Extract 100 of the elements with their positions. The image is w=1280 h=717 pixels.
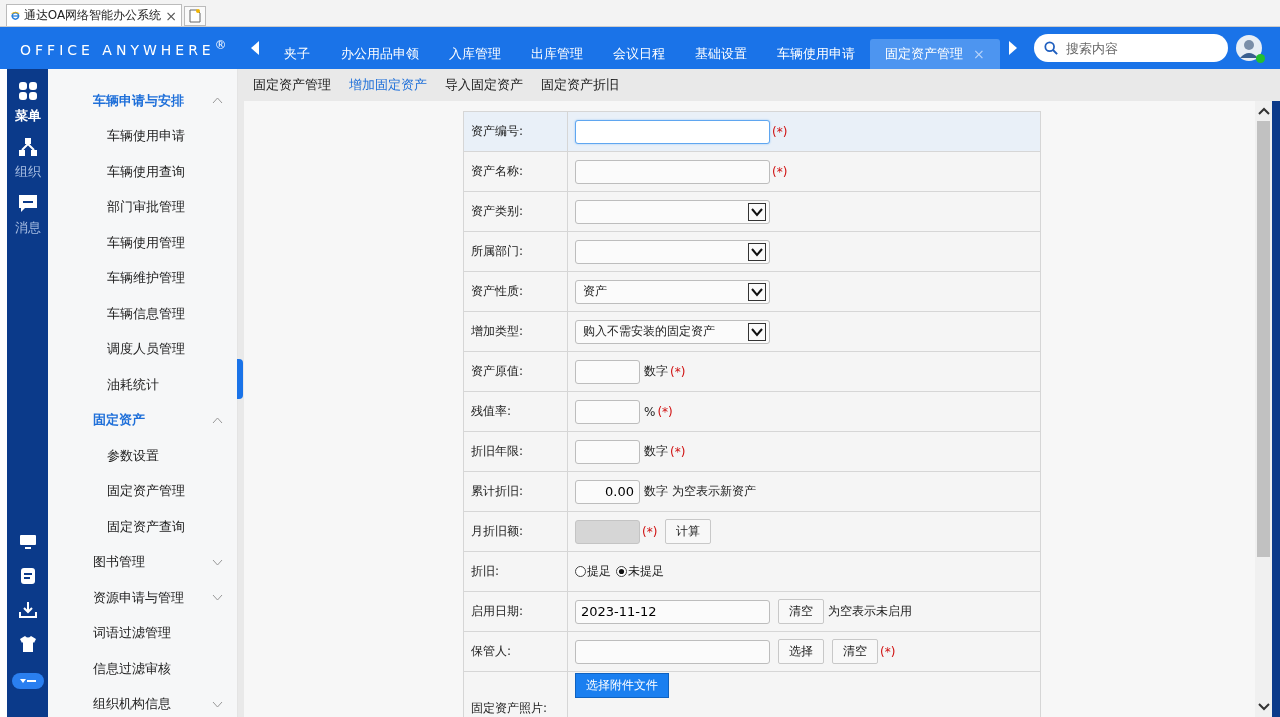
logo-text: OFFICE ANYWHERE$^{®}$ [20,38,232,58]
hint-text: 数字 [644,363,668,380]
close-tab-button[interactable]: × [165,7,177,24]
text-field[interactable] [575,119,770,144]
scroll-up-icon[interactable] [1257,107,1270,115]
menu-item[interactable]: 固定资产管理 [48,473,237,509]
text-field[interactable] [575,639,770,664]
menu-item[interactable]: 调度人员管理 [48,331,237,367]
scrollbar[interactable] [1255,101,1272,717]
chevron-up-icon [212,416,223,424]
dropdown[interactable]: 购入不需安装的固定资产 [575,319,770,344]
search-icon [1043,40,1058,56]
action-button[interactable]: 清空 [778,599,824,624]
collapse-toggle[interactable] [11,673,44,689]
menu-group[interactable]: 词语过滤管理 [48,615,237,651]
field-label: 资产性质: [464,272,568,311]
nav-tab[interactable]: 会议日程 [598,39,680,69]
field-label: 增加类型: [464,312,568,351]
choose-file-button[interactable]: 选择附件文件 [575,673,669,698]
apps-icon [17,81,38,101]
field-label: 折旧: [464,552,568,591]
field-label: 残值率: [464,392,568,431]
sub-tab[interactable]: 导入固定资产 [445,76,523,94]
radio-option[interactable]: 提足 [575,563,611,580]
sidebar-handle[interactable] [237,359,243,399]
dropdown[interactable]: 资产 [575,279,770,304]
browser-tab[interactable]: 通达OA网络智能办公系统 × [6,4,182,26]
shirt-icon[interactable] [18,635,37,653]
dropdown[interactable] [575,199,770,224]
field-label: 折旧年限: [464,432,568,471]
text-field[interactable]: 2023-11-12 [575,599,770,624]
nav-tab[interactable]: 夹子 [268,39,326,69]
menu-item[interactable]: 部门审批管理 [48,189,237,225]
field-label: 保管人: [464,632,568,671]
menu-item[interactable]: 参数设置 [48,438,237,474]
menu-icon [19,678,36,684]
scroll-right-icon[interactable] [1007,40,1018,56]
action-button[interactable]: 清空 [832,639,878,664]
search-box[interactable]: 搜索内容 [1033,34,1228,62]
monitor-icon[interactable] [18,533,37,551]
download-icon[interactable] [18,601,37,619]
menu-group[interactable]: 图书管理 [48,544,237,580]
required-mark: (*) [880,644,896,659]
number-field[interactable]: 0.00 [575,479,640,504]
text-field[interactable] [575,159,770,184]
radio-option[interactable]: 未提足 [616,563,664,580]
field-label: 固定资产照片: [464,672,568,717]
menu-item[interactable]: 车辆信息管理 [48,296,237,332]
field-label: 资产名称: [464,152,568,191]
menu-group[interactable]: 信息过滤审核 [48,651,237,687]
action-button[interactable]: 选择 [778,639,824,664]
new-tab-button[interactable] [184,6,206,26]
nav-tab[interactable]: 基础设置 [680,39,762,69]
menu-item[interactable]: 车辆使用申请 [48,118,237,154]
menu-item[interactable]: 油耗统计 [48,367,237,403]
menu-group[interactable]: 组织机构信息 [48,686,237,717]
field-label: 资产原值: [464,352,568,391]
required-mark: (*) [670,364,686,379]
required-mark: (*) [772,164,788,179]
menu-item[interactable]: 车辆维护管理 [48,260,237,296]
sub-tab[interactable]: 增加固定资产 [349,76,427,94]
menu-group[interactable]: 资源申请与管理 [48,580,237,616]
chevron-down-icon [212,594,223,602]
menu-group[interactable]: 车辆申请与安排 [48,83,237,119]
nav-tab[interactable]: 车辆使用申请 [762,39,870,69]
hint-text: 数字 [644,443,668,460]
nav-tab[interactable]: 办公用品申领 [326,39,434,69]
note-icon[interactable] [18,567,37,585]
scroll-left-icon[interactable] [250,40,260,56]
number-field[interactable] [575,359,640,384]
rail-item[interactable]: 消息 [14,193,41,237]
required-mark: (*) [772,124,788,139]
menu-item[interactable]: 车辆使用管理 [48,225,237,261]
required-mark: (*) [657,404,673,419]
field-label: 所属部门: [464,232,568,271]
dropdown[interactable] [575,239,770,264]
rail-item[interactable]: 组织 [14,137,41,181]
number-field[interactable] [575,399,640,424]
required-mark: (*) [670,444,686,459]
sub-tab[interactable]: 固定资产折旧 [541,76,619,94]
nav-tab[interactable]: 入库管理 [434,39,516,69]
nav-tab[interactable]: 出库管理 [516,39,598,69]
menu-item[interactable]: 固定资产查询 [48,509,237,545]
field-label: 资产类别: [464,192,568,231]
field-label: 资产编号: [464,112,568,151]
scroll-down-icon[interactable] [1257,703,1270,711]
message-icon [17,193,38,213]
avatar-icon[interactable] [1235,35,1262,61]
rail-item[interactable]: 菜单 [14,81,41,125]
required-mark: (*) [642,524,658,539]
new-tab-icon [189,9,201,23]
menu-item[interactable]: 车辆使用查询 [48,154,237,190]
hint-text: 为空表示未启用 [828,603,912,620]
number-field[interactable] [575,439,640,464]
chevron-down-icon [212,700,223,708]
chevron-up-icon [212,97,223,105]
chevron-down-icon [212,558,223,566]
menu-group[interactable]: 固定资产 [48,402,237,438]
sub-tab[interactable]: 固定资产管理 [253,76,331,94]
hint-text: 数字 为空表示新资产 [644,483,756,500]
